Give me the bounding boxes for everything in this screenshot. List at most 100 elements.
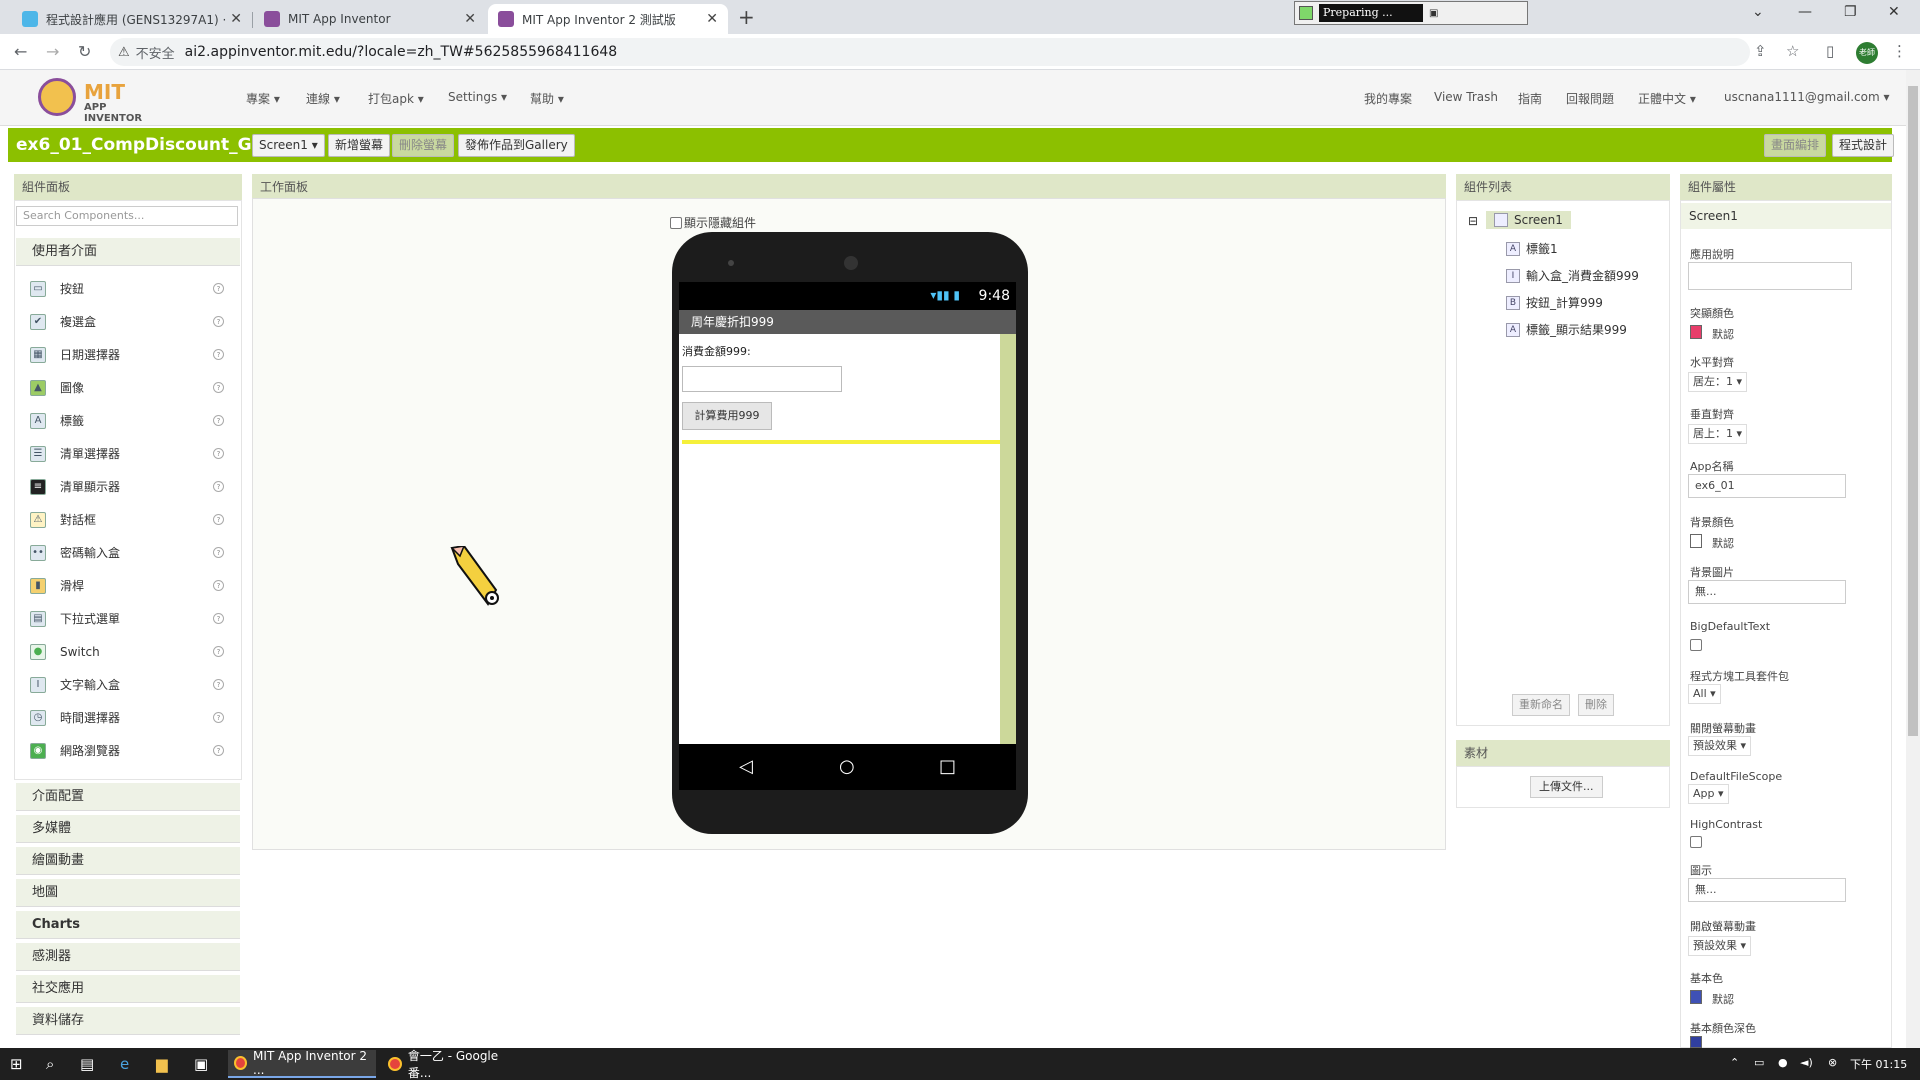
help-icon[interactable]: ?: [213, 316, 224, 327]
category-maps[interactable]: 地圖: [16, 879, 240, 907]
preview-button[interactable]: 計算費用999: [682, 402, 772, 430]
url-box[interactable]: ⚠ 不安全 ai2.appinventor.mit.edu/?locale=zh…: [110, 38, 1750, 66]
publish-gallery-button[interactable]: 發佈作品到Gallery: [458, 134, 575, 157]
show-hidden-components[interactable]: 顯示隱藏組件: [670, 214, 756, 231]
avatar[interactable]: 老師: [1856, 42, 1878, 64]
primary-dark-color-swatch[interactable]: [1690, 1036, 1702, 1048]
tray-mic-icon[interactable]: ●: [1778, 1056, 1788, 1069]
account-dropdown[interactable]: uscnana1111@gmail.com ▾: [1724, 90, 1890, 104]
window-close-icon[interactable]: ✕: [1888, 4, 1900, 20]
accent-color-swatch[interactable]: [1690, 325, 1702, 339]
menu-help[interactable]: 幫助 ▾: [530, 90, 564, 107]
kebab-menu-icon[interactable]: ⋮: [1892, 42, 1907, 60]
help-icon[interactable]: ?: [213, 382, 224, 393]
palette-item-password[interactable]: •• 密碼輸入盒?: [16, 536, 240, 569]
help-icon[interactable]: ?: [213, 679, 224, 690]
category-layout[interactable]: 介面配置: [16, 783, 240, 811]
taskbar-clock[interactable]: 下午 01:15: [1850, 1056, 1907, 1072]
share-icon[interactable]: ⇪: [1754, 42, 1767, 60]
category-charts[interactable]: Charts: [16, 911, 240, 939]
show-hidden-checkbox[interactable]: [670, 216, 682, 229]
prop-blocks-toolkit-dropdown[interactable]: All ▾: [1688, 684, 1721, 704]
windows-start-icon[interactable]: ⊞: [10, 1055, 23, 1073]
tree-node-label1[interactable]: A 標籤1: [1506, 240, 1558, 257]
palette-item-button[interactable]: ▭ 按鈕?: [16, 272, 240, 305]
tray-close-icon[interactable]: ⊗: [1828, 1056, 1837, 1069]
back-icon[interactable]: ←: [14, 42, 27, 61]
help-icon[interactable]: ?: [213, 712, 224, 723]
tree-node-textbox[interactable]: I 輸入盒_消費金額999: [1506, 267, 1639, 284]
tree-node-button[interactable]: B 按鈕_計算999: [1506, 294, 1603, 311]
prop-highcontrast-checkbox[interactable]: [1690, 836, 1702, 848]
minimize-icon[interactable]: —: [1798, 4, 1812, 20]
menu-settings[interactable]: Settings ▾: [448, 90, 507, 104]
prop-open-anim-dropdown[interactable]: 預設效果 ▾: [1688, 936, 1752, 956]
blocks-button[interactable]: 程式設計: [1832, 134, 1895, 157]
upload-file-button[interactable]: 上傳文件...: [1530, 776, 1603, 798]
task-view-icon[interactable]: ▤: [80, 1055, 94, 1073]
help-icon[interactable]: ?: [213, 448, 224, 459]
preview-result-label[interactable]: [682, 440, 1000, 444]
preview-label[interactable]: 消費金額999:: [682, 343, 751, 359]
primary-color-swatch[interactable]: [1690, 990, 1702, 1004]
category-social[interactable]: 社交應用: [16, 975, 240, 1003]
remove-screen-button[interactable]: 刪除螢幕: [392, 134, 455, 157]
rename-button[interactable]: 重新命名: [1512, 694, 1570, 716]
category-sensors[interactable]: 感測器: [16, 943, 240, 971]
menu-build[interactable]: 打包apk ▾: [368, 90, 424, 107]
tray-network-icon[interactable]: ▭: [1754, 1056, 1764, 1069]
store-icon[interactable]: ▣: [194, 1055, 208, 1073]
page-scrollbar[interactable]: [1906, 70, 1920, 1048]
prop-bigtext-checkbox[interactable]: [1690, 639, 1702, 651]
palette-item-datepicker[interactable]: ▦ 日期選擇器?: [16, 338, 240, 371]
menu-projects[interactable]: 專案 ▾: [246, 90, 280, 107]
bg-color-swatch[interactable]: [1690, 534, 1702, 548]
menu-connect[interactable]: 連線 ▾: [306, 90, 340, 107]
prop-filescope-dropdown[interactable]: App ▾: [1688, 784, 1729, 804]
palette-item-spinner[interactable]: ▤ 下拉式選單?: [16, 602, 240, 635]
close-tab-icon[interactable]: ✕: [464, 11, 476, 27]
link-my-projects[interactable]: 我的專案: [1364, 90, 1412, 107]
palette-item-webviewer[interactable]: ◉ 網路瀏覽器?: [16, 734, 240, 767]
link-guide[interactable]: 指南: [1518, 90, 1542, 107]
help-icon[interactable]: ?: [213, 415, 224, 426]
category-drawing[interactable]: 繪圖動畫: [16, 847, 240, 875]
add-screen-button[interactable]: 新增螢幕: [328, 134, 391, 157]
link-view-trash[interactable]: View Trash: [1434, 90, 1498, 104]
palette-item-slider[interactable]: ▮ 滑桿?: [16, 569, 240, 602]
palette-item-listview[interactable]: ≡ 清單顯示器?: [16, 470, 240, 503]
help-icon[interactable]: ?: [213, 745, 224, 756]
taskbar-app-google[interactable]: 會一乙 - Google 番...: [382, 1049, 530, 1080]
help-icon[interactable]: ?: [213, 646, 224, 657]
prop-close-anim-dropdown[interactable]: 預設效果 ▾: [1688, 736, 1752, 756]
help-icon[interactable]: ?: [213, 481, 224, 492]
help-icon[interactable]: ?: [213, 613, 224, 624]
new-tab-button[interactable]: +: [738, 5, 755, 29]
help-icon[interactable]: ?: [213, 349, 224, 360]
designer-button[interactable]: 畫面編排: [1764, 134, 1827, 157]
search-components-input[interactable]: Search Components...: [16, 206, 238, 226]
prop-appname-input[interactable]: ex6_01: [1688, 474, 1846, 498]
browser-tab-appinventor[interactable]: MIT App Inventor ✕: [254, 4, 486, 34]
prop-bgcolor-value[interactable]: 默認: [1712, 535, 1734, 551]
palette-item-textbox[interactable]: I 文字輸入盒?: [16, 668, 240, 701]
appinventor-logo[interactable]: MIT APP INVENTOR: [36, 76, 166, 124]
tree-collapse-icon[interactable]: ⊟: [1468, 214, 1478, 228]
category-storage[interactable]: 資料儲存: [16, 1007, 240, 1035]
help-icon[interactable]: ?: [213, 580, 224, 591]
palette-item-notifier[interactable]: ⚠ 對話框?: [16, 503, 240, 536]
forward-icon[interactable]: →: [46, 42, 59, 61]
tab-search-icon[interactable]: ⌄: [1752, 4, 1764, 20]
bookmark-star-icon[interactable]: ☆: [1786, 42, 1799, 60]
page-scrollbar-thumb[interactable]: [1908, 86, 1918, 736]
restore-icon[interactable]: ❐: [1844, 4, 1857, 20]
palette-item-image[interactable]: ▲ 圖像?: [16, 371, 240, 404]
help-icon[interactable]: ?: [213, 283, 224, 294]
palette-item-label[interactable]: A 標籤?: [16, 404, 240, 437]
palette-item-checkbox[interactable]: ✔ 複選盒?: [16, 305, 240, 338]
url-text[interactable]: ai2.appinventor.mit.edu/?locale=zh_TW#56…: [185, 44, 618, 60]
taskbar-app-appinventor[interactable]: MIT App Inventor 2 ...: [228, 1049, 376, 1078]
tray-chevron-icon[interactable]: ⌃: [1730, 1056, 1739, 1069]
prop-about-input[interactable]: [1688, 262, 1852, 290]
app-title-bar[interactable]: 周年慶折扣999: [679, 310, 1016, 334]
